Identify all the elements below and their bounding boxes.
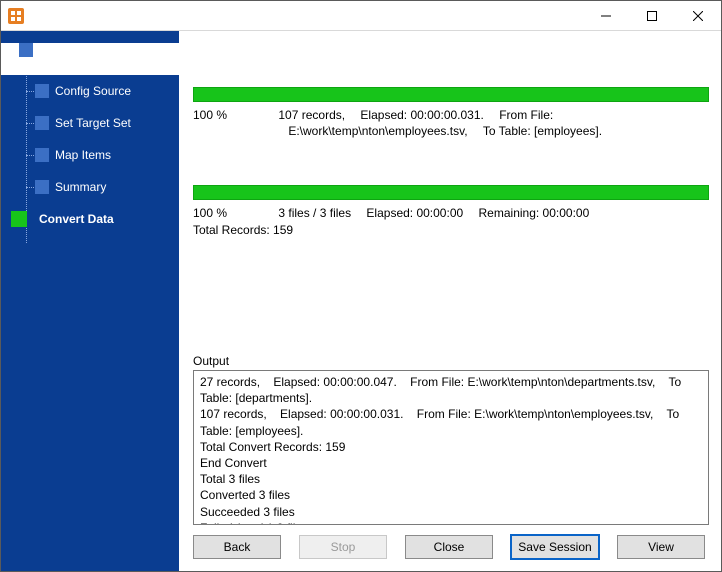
- file-progress-info: 100 % 107 records, Elapsed: 00:00:00.031…: [193, 107, 709, 139]
- app-window: Open Source Set Config Source Set Target…: [0, 0, 722, 572]
- step-summary[interactable]: Summary: [1, 171, 179, 203]
- output-label: Output: [193, 354, 709, 368]
- step-convert-data[interactable]: Convert Data: [1, 203, 179, 235]
- minimize-button[interactable]: [583, 1, 629, 31]
- titlebar: [1, 1, 721, 31]
- step-label: Config Source: [55, 84, 131, 98]
- file-progress-from-label: From File:: [499, 107, 553, 123]
- file-progress-from-value: E:\work\temp\nton\employees.tsv,: [288, 123, 467, 139]
- app-icon: [8, 8, 24, 24]
- close-window-button[interactable]: [675, 1, 721, 31]
- step-box-icon: [35, 116, 49, 130]
- overall-progress-elapsed: Elapsed: 00:00:00: [366, 205, 463, 221]
- step-label: Map Items: [55, 148, 111, 162]
- wizard-sidebar: Open Source Set Config Source Set Target…: [1, 31, 179, 571]
- step-set-target-set[interactable]: Set Target Set: [1, 107, 179, 139]
- step-box-icon: [35, 180, 49, 194]
- step-label: Set Target Set: [55, 116, 131, 130]
- back-button[interactable]: Back: [193, 535, 281, 559]
- view-button[interactable]: View: [617, 535, 705, 559]
- overall-progress-percent: 100 %: [193, 205, 227, 221]
- overall-progress-total: Total Records: 159: [193, 222, 293, 238]
- file-progress-records: 107 records,: [278, 107, 345, 123]
- step-box-icon: [35, 148, 49, 162]
- stop-button: Stop: [299, 535, 387, 559]
- close-button[interactable]: Close: [405, 535, 493, 559]
- overall-progress-bar: [193, 185, 709, 200]
- step-label: Open Source Set: [41, 43, 133, 57]
- file-progress-to: To Table: [employees].: [483, 123, 602, 139]
- step-box-icon: [19, 43, 33, 57]
- step-map-items[interactable]: Map Items: [1, 139, 179, 171]
- main-panel: 100 % 107 records, Elapsed: 00:00:00.031…: [179, 31, 721, 571]
- maximize-button[interactable]: [629, 1, 675, 31]
- step-label: Convert Data: [39, 212, 114, 226]
- button-row: Back Stop Close Save Session View: [179, 525, 721, 571]
- overall-progress-block: 100 % 3 files / 3 files Elapsed: 00:00:0…: [193, 185, 709, 237]
- file-progress-block: 100 % 107 records, Elapsed: 00:00:00.031…: [193, 87, 709, 139]
- step-active-icon: [11, 211, 27, 227]
- file-progress-bar: [193, 87, 709, 102]
- step-box-icon: [35, 84, 49, 98]
- file-progress-elapsed: Elapsed: 00:00:00.031.: [360, 107, 483, 123]
- save-session-button[interactable]: Save Session: [511, 535, 599, 559]
- overall-progress-remaining: Remaining: 00:00:00: [479, 205, 590, 221]
- output-section: Output 27 records, Elapsed: 00:00:00.047…: [193, 354, 709, 525]
- output-textarea[interactable]: 27 records, Elapsed: 00:00:00.047. From …: [193, 370, 709, 525]
- step-label: Summary: [55, 180, 106, 194]
- step-open-source-set[interactable]: Open Source Set: [1, 43, 179, 75]
- overall-progress-info: 100 % 3 files / 3 files Elapsed: 00:00:0…: [193, 205, 709, 237]
- file-progress-percent: 100 %: [193, 107, 227, 123]
- step-config-source[interactable]: Config Source: [1, 75, 179, 107]
- overall-progress-files: 3 files / 3 files: [278, 205, 351, 221]
